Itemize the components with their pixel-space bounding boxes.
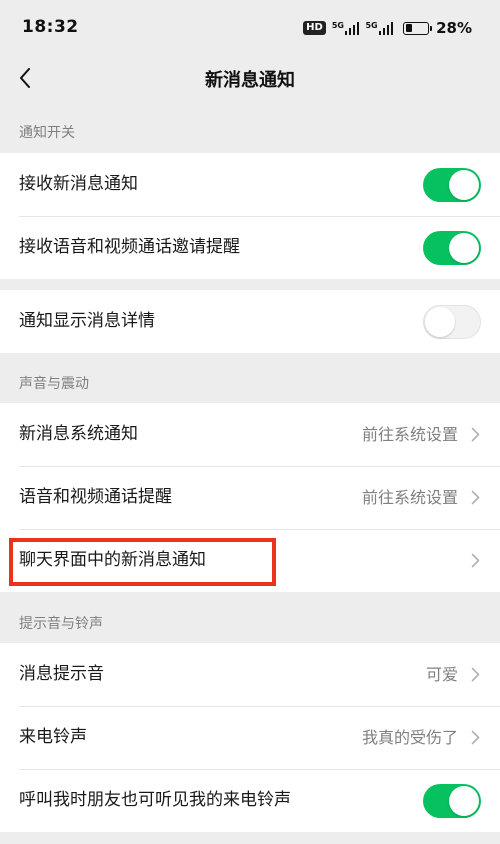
battery-icon bbox=[403, 21, 433, 35]
row-receive-new-message[interactable]: 接收新消息通知 bbox=[0, 153, 500, 216]
chevron-right-icon bbox=[471, 427, 480, 442]
show-details-toggle[interactable] bbox=[423, 305, 481, 339]
row-value: 我真的受伤了 bbox=[361, 728, 458, 747]
group-notification-toggles: 接收新消息通知 接收语音和视频通话邀请提醒 bbox=[0, 153, 500, 279]
row-call-reminder[interactable]: 语音和视频通话提醒 前往系统设置 bbox=[0, 466, 500, 529]
row-label: 新消息系统通知 bbox=[19, 424, 138, 444]
group-tones-ringtones: 消息提示音 可爱 来电铃声 我真的受伤了 呼叫我时朋友也可听见我的来电铃声 bbox=[0, 643, 500, 832]
row-label: 通知显示消息详情 bbox=[19, 311, 155, 331]
toggle-knob bbox=[449, 233, 479, 263]
section-header-tones-ringtones: 提示音与铃声 bbox=[19, 616, 103, 632]
navigation-bar: 新消息通知 bbox=[0, 58, 500, 98]
signal-bars-icon-2 bbox=[378, 21, 394, 35]
section-header-sound-vibration: 声音与震动 bbox=[19, 376, 89, 392]
row-show-details[interactable]: 通知显示消息详情 bbox=[0, 290, 500, 353]
battery-percent: 28% bbox=[436, 19, 472, 37]
row-label: 来电铃声 bbox=[19, 727, 87, 747]
row-system-notification[interactable]: 新消息系统通知 前往系统设置 bbox=[0, 403, 500, 466]
chevron-right-icon bbox=[471, 730, 480, 745]
signal-icon: 5G bbox=[332, 21, 360, 35]
section-header-notification-switch: 通知开关 bbox=[19, 125, 75, 141]
status-indicators: HD 5G 5G 28% bbox=[303, 17, 472, 39]
page-title: 新消息通知 bbox=[205, 70, 295, 91]
row-label: 聊天界面中的新消息通知 bbox=[19, 550, 206, 570]
row-ringtone[interactable]: 来电铃声 我真的受伤了 bbox=[0, 706, 500, 769]
row-label: 呼叫我时朋友也可听见我的来电铃声 bbox=[19, 790, 291, 810]
toggle-knob bbox=[449, 786, 479, 816]
signal-icon-2: 5G bbox=[365, 21, 394, 35]
status-bar: 18:32 HD 5G 5G 28% bbox=[0, 0, 500, 58]
chevron-right-icon bbox=[471, 667, 480, 682]
row-label: 接收语音和视频通话邀请提醒 bbox=[19, 237, 240, 257]
status-time: 18:32 bbox=[22, 17, 79, 37]
group-show-details: 通知显示消息详情 bbox=[0, 290, 500, 353]
hd-badge: HD bbox=[303, 21, 326, 35]
row-value: 可爱 bbox=[425, 665, 458, 684]
chevron-right-icon bbox=[471, 490, 480, 505]
network-type-label-2: 5G bbox=[365, 21, 378, 30]
row-label: 接收新消息通知 bbox=[19, 174, 138, 194]
signal-bars-icon bbox=[344, 21, 360, 35]
network-type-label: 5G bbox=[331, 21, 344, 30]
friend-hears-ringtone-toggle[interactable] bbox=[423, 784, 481, 818]
row-receive-call-invite[interactable]: 接收语音和视频通话邀请提醒 bbox=[0, 216, 500, 279]
battery-level-fill bbox=[405, 24, 412, 32]
group-sound-vibration: 新消息系统通知 前往系统设置 语音和视频通话提醒 前往系统设置 聊天界面中的新消… bbox=[0, 403, 500, 592]
row-label: 语音和视频通话提醒 bbox=[19, 487, 172, 507]
row-value: 前往系统设置 bbox=[361, 488, 458, 507]
row-value: 前往系统设置 bbox=[361, 425, 458, 444]
receive-new-message-toggle[interactable] bbox=[423, 168, 481, 202]
row-label: 消息提示音 bbox=[19, 664, 104, 684]
row-friend-hears-ringtone[interactable]: 呼叫我时朋友也可听见我的来电铃声 bbox=[0, 769, 500, 832]
chevron-right-icon bbox=[471, 553, 480, 568]
row-in-chat-notification[interactable]: 聊天界面中的新消息通知 bbox=[0, 529, 500, 592]
toggle-knob bbox=[425, 307, 455, 337]
toggle-knob bbox=[449, 170, 479, 200]
receive-call-invite-toggle[interactable] bbox=[423, 231, 481, 265]
row-message-tone[interactable]: 消息提示音 可爱 bbox=[0, 643, 500, 706]
